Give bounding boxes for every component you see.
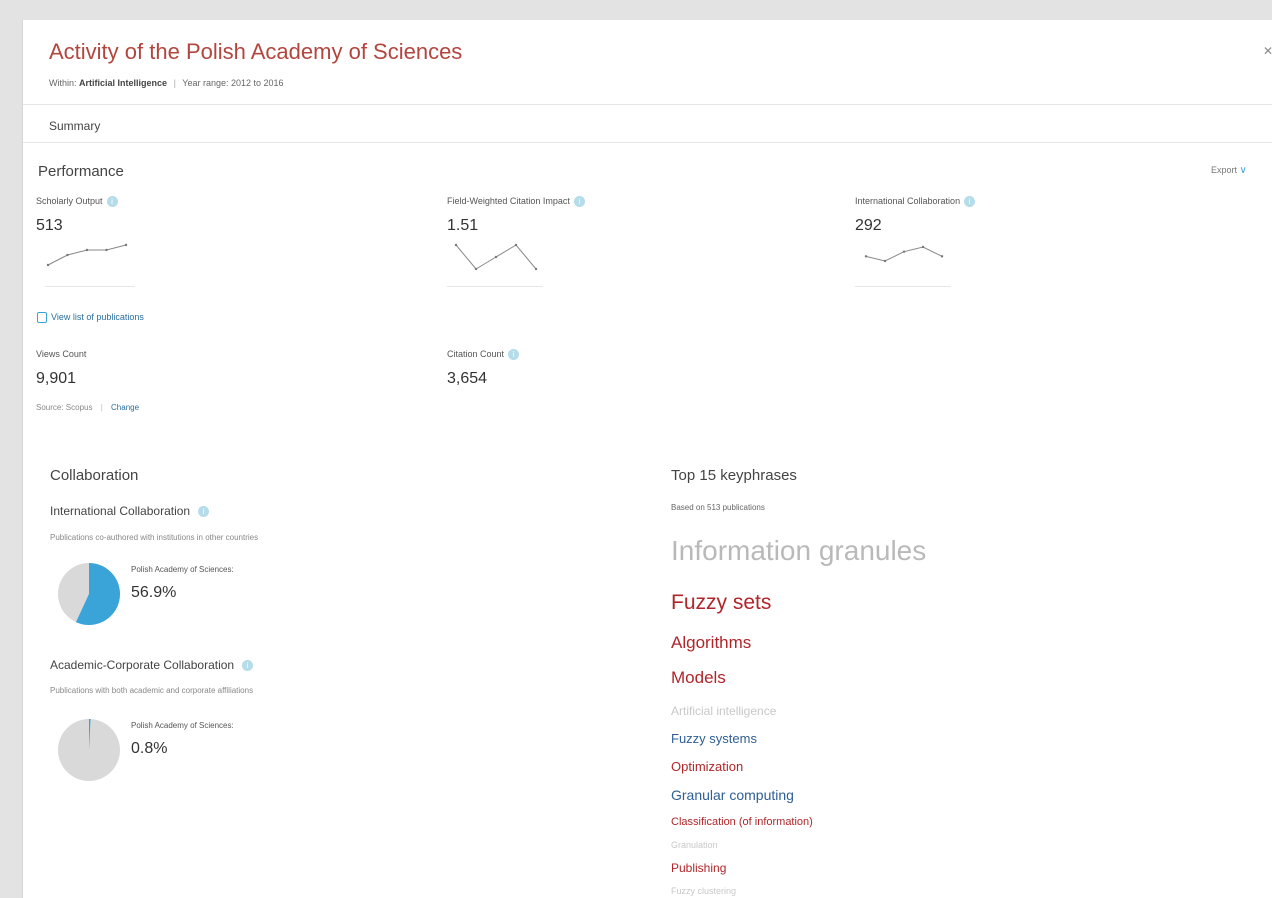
sparkline-point bbox=[124, 243, 128, 247]
page-title: Activity of the Polish Academy of Scienc… bbox=[49, 39, 463, 64]
international-collaboration-value: 56.9% bbox=[131, 584, 177, 601]
divider bbox=[23, 104, 1272, 105]
view-list-link[interactable]: View list of publications bbox=[37, 312, 144, 324]
within-value: Artificial Intelligence bbox=[79, 78, 168, 88]
metric-label-text: International Collaboration bbox=[855, 196, 961, 206]
keyphrases-heading: Top 15 keyphrases bbox=[671, 467, 797, 484]
sparkline-point bbox=[46, 263, 50, 267]
pie-academic-corporate bbox=[58, 719, 120, 781]
sparkline-point bbox=[66, 253, 69, 257]
metric-value-scholarly-output: 513 bbox=[36, 217, 63, 234]
subtitle: Within: Artificial Intelligence | Year r… bbox=[49, 78, 284, 88]
views-count-value: 9,901 bbox=[36, 370, 77, 387]
keyphrase-item[interactable]: Algorithms bbox=[671, 633, 751, 653]
sparkline-fwci bbox=[454, 243, 538, 271]
sparkline-point bbox=[940, 255, 944, 258]
source-separator: | bbox=[100, 403, 103, 412]
year-range: Year range: 2012 to 2016 bbox=[182, 78, 284, 88]
pie-entity-label: Polish Academy of Sciences: bbox=[131, 565, 234, 574]
sparkline-baseline bbox=[447, 286, 543, 287]
keyphrase-item[interactable]: Granular computing bbox=[671, 787, 794, 803]
document-icon bbox=[37, 312, 47, 324]
keyphrase-item[interactable]: Information granules bbox=[671, 535, 926, 567]
sparkline-point bbox=[534, 267, 538, 271]
citation-count-label: Citation Count i bbox=[447, 349, 520, 361]
academic-corporate-title: Academic-Corporate Collaboration i bbox=[50, 658, 254, 672]
citation-count-label-text: Citation Count bbox=[447, 349, 505, 359]
info-icon[interactable]: i bbox=[242, 660, 254, 672]
view-list-label: View list of publications bbox=[51, 312, 144, 322]
sparkline-point bbox=[921, 245, 925, 249]
academic-corporate-value: 0.8% bbox=[131, 740, 168, 757]
keyphrases-based-on: Based on 513 publications bbox=[671, 503, 765, 512]
sparkline-point bbox=[454, 243, 458, 247]
within-label: Within: bbox=[49, 78, 77, 88]
metric-label-scholarly-output: Scholarly Output i bbox=[36, 196, 118, 208]
keyphrase-item[interactable]: Artificial intelligence bbox=[671, 704, 776, 718]
info-icon[interactable]: i bbox=[198, 506, 210, 518]
metric-label-fwci: Field-Weighted Citation Impact i bbox=[447, 196, 585, 208]
keyphrase-item[interactable]: Optimization bbox=[671, 759, 743, 774]
sparkline-point bbox=[864, 255, 868, 258]
keyphrase-item[interactable]: Models bbox=[671, 668, 726, 688]
academic-corporate-title-text: Academic-Corporate Collaboration bbox=[50, 658, 235, 672]
metric-label-text: Field-Weighted Citation Impact bbox=[447, 196, 570, 206]
sparkline-point bbox=[105, 248, 108, 252]
keyphrase-item[interactable]: Fuzzy clustering bbox=[671, 886, 736, 896]
metric-label-text: Scholarly Output bbox=[36, 196, 103, 206]
keyphrase-item[interactable]: Classification (of information) bbox=[671, 816, 813, 828]
close-icon[interactable]: ✕ bbox=[1263, 44, 1272, 58]
activity-panel: Activity of the Polish Academy of Scienc… bbox=[22, 20, 1272, 898]
source-line: Source: Scopus | Change bbox=[36, 403, 139, 412]
metric-value-fwci: 1.51 bbox=[447, 217, 479, 234]
metric-label-international-collaboration: International Collaboration i bbox=[855, 196, 976, 208]
info-icon[interactable]: i bbox=[964, 196, 976, 208]
keyphrase-item[interactable]: Fuzzy systems bbox=[671, 731, 757, 746]
source-label: Source: Scopus bbox=[36, 403, 93, 412]
metric-value-international-collaboration: 292 bbox=[855, 217, 882, 234]
subtitle-separator: | bbox=[173, 78, 176, 88]
sparkline-point bbox=[883, 259, 887, 263]
performance-heading: Performance bbox=[38, 163, 124, 180]
change-link[interactable]: Change bbox=[111, 403, 139, 412]
academic-corporate-description: Publications with both academic and corp… bbox=[50, 686, 254, 695]
collaboration-heading: Collaboration bbox=[50, 467, 139, 484]
sparkline-baseline bbox=[855, 286, 951, 287]
sparkline-path bbox=[47, 244, 127, 266]
sparkline-point bbox=[474, 267, 478, 271]
info-icon[interactable]: i bbox=[573, 196, 585, 208]
pie-international-collaboration bbox=[58, 563, 120, 625]
international-collaboration-title-text: International Collaboration bbox=[50, 504, 191, 518]
pie-entity-label: Polish Academy of Sciences: bbox=[131, 721, 234, 730]
info-icon[interactable]: i bbox=[106, 196, 118, 208]
divider bbox=[23, 142, 1272, 143]
sparkline-point bbox=[902, 250, 906, 253]
sparkline-scholarly-output bbox=[46, 243, 128, 267]
international-collaboration-description: Publications co-authored with institutio… bbox=[50, 533, 259, 542]
info-icon[interactable]: i bbox=[508, 349, 520, 361]
views-count-label: Views Count bbox=[36, 349, 87, 359]
citation-count-value: 3,654 bbox=[447, 370, 488, 387]
sparkline-point bbox=[494, 255, 498, 259]
sparkline-international-collaboration bbox=[864, 245, 944, 263]
sparkline-baseline bbox=[45, 286, 135, 287]
keyphrase-item[interactable]: Publishing bbox=[671, 861, 726, 875]
keyphrase-item[interactable]: Granulation bbox=[671, 840, 718, 850]
sparkline-path bbox=[865, 246, 943, 262]
sparkline-point bbox=[85, 248, 89, 252]
sparkline-point bbox=[514, 243, 518, 247]
export-button[interactable]: Export ∨ bbox=[1211, 165, 1247, 176]
tab-summary[interactable]: Summary bbox=[49, 119, 100, 133]
international-collaboration-title: International Collaboration i bbox=[50, 504, 210, 518]
export-label: Export bbox=[1211, 165, 1238, 175]
chevron-down-icon: ∨ bbox=[1239, 165, 1247, 176]
keyphrase-item[interactable]: Fuzzy sets bbox=[671, 591, 771, 615]
